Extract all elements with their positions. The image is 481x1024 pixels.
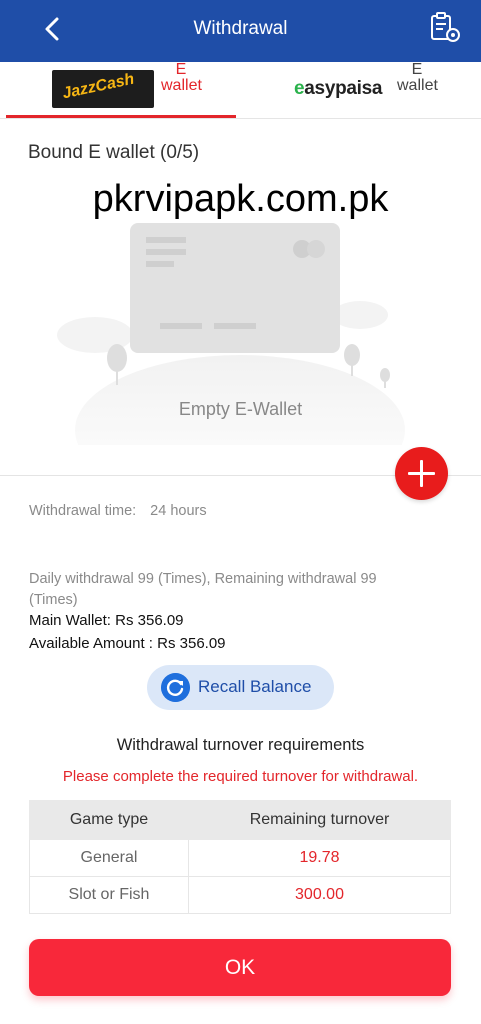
withdrawal-time-label: Withdrawal time: [29,503,137,519]
tab-easypaisa[interactable]: easypaisa E wallet [242,62,476,118]
recall-balance-label: Recall Balance [198,677,312,696]
remaining-turnover-cell: 19.78 [188,839,451,877]
turnover-table: Game type Remaining turnover General 19.… [29,800,451,914]
bound-wallet-title: Bound E wallet (0/5) [28,142,200,163]
ok-button[interactable]: OK [29,939,451,996]
remaining-turnover-cell: 300.00 [188,876,451,914]
easypaisa-logo: easypaisa [294,78,383,99]
active-tab-indicator [6,115,236,118]
refresh-icon [161,673,190,702]
game-type-cell: Slot or Fish [29,876,189,914]
tab-label: E wallet [161,61,202,94]
page-title: Withdrawal [193,18,288,39]
clipboard-gear-icon[interactable] [428,12,462,44]
column-header: Game type [29,800,189,840]
turnover-title: Withdrawal turnover requirements [116,736,365,754]
turnover-warning: Please complete the required turnover fo… [62,768,419,785]
daily-withdrawal-info: Daily withdrawal 99 (Times), Remaining w… [29,571,377,608]
tab-jazzcash[interactable]: JazzCash E wallet [6,62,236,118]
tab-label: E wallet [397,61,438,94]
table-row: General 19.78 [29,839,451,877]
jazzcash-logo: JazzCash [52,70,154,108]
header-bar: Withdrawal [0,0,481,62]
withdrawal-time-value: 24 hours [150,503,207,519]
column-header: Remaining turnover [188,800,451,840]
available-amount: Available Amount : Rs 356.09 [29,635,226,652]
wallet-tabs: JazzCash E wallet easypaisa E wallet [0,62,481,119]
recall-balance-button[interactable]: Recall Balance [147,665,334,710]
empty-wallet-label: Empty E-Wallet [178,399,303,419]
game-type-cell: General [29,839,189,877]
main-wallet-balance: Main Wallet: Rs 356.09 [29,612,184,629]
withdrawal-time: Withdrawal time: 24 hours [29,503,207,519]
table-row: Slot or Fish 300.00 [29,876,451,914]
add-wallet-button[interactable] [395,447,448,500]
